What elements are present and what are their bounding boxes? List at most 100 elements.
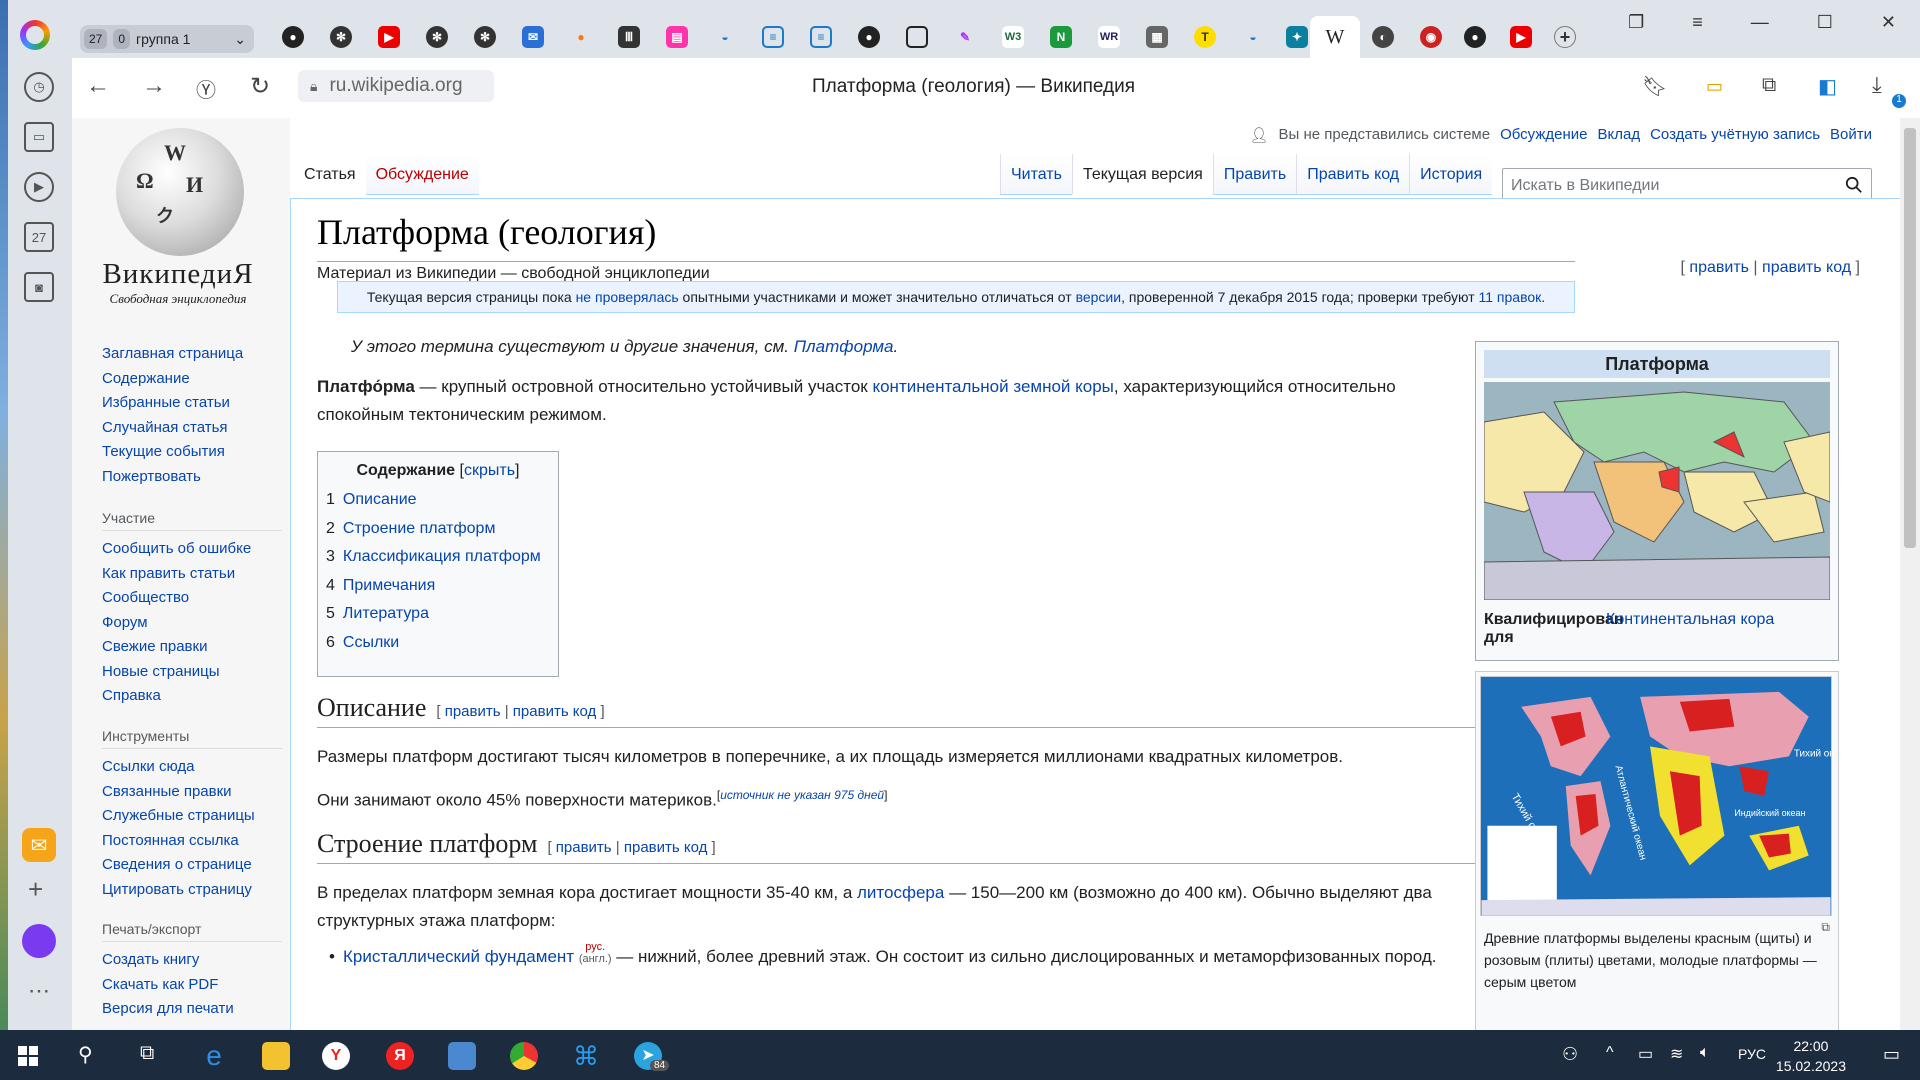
- rus-link[interactable]: рус.: [585, 941, 605, 953]
- calendar-badge-icon[interactable]: 27: [24, 222, 54, 252]
- toc-toggle[interactable]: скрыть: [464, 462, 515, 479]
- nav-link[interactable]: Постоянная ссылка: [102, 829, 282, 854]
- nav-link[interactable]: Новые страницы: [102, 660, 282, 685]
- n-tab-icon[interactable]: N: [1050, 26, 1072, 48]
- tab-edit-source[interactable]: Править код: [1296, 154, 1410, 195]
- extensions-icon[interactable]: ⧉: [1762, 74, 1776, 97]
- toc-item[interactable]: 2 Строение платформ: [326, 515, 550, 544]
- explorer-taskbar-icon[interactable]: [262, 1042, 290, 1070]
- nav-link[interactable]: Версия для печати: [102, 997, 282, 1022]
- yellow-tab-icon[interactable]: T: [1194, 26, 1216, 48]
- unreviewed-link[interactable]: не проверялась: [576, 289, 679, 305]
- more-icon[interactable]: ⋯: [28, 978, 50, 1004]
- openai-tab-icon-2[interactable]: ✻: [426, 26, 448, 48]
- record-tab-icon[interactable]: ◉: [1420, 26, 1442, 48]
- talk-link[interactable]: Обсуждение: [1500, 126, 1587, 144]
- bars-tab-icon[interactable]: Ⅲ: [618, 26, 640, 48]
- maximize-icon[interactable]: ☐: [1817, 12, 1833, 33]
- file-tab-icon[interactable]: [906, 26, 928, 48]
- minimize-icon[interactable]: —: [1751, 12, 1769, 33]
- nav-link[interactable]: Служебные страницы: [102, 804, 282, 829]
- login-link[interactable]: Войти: [1830, 126, 1872, 144]
- windows-start-icon[interactable]: [18, 1046, 38, 1066]
- tray-chevron-icon[interactable]: ^: [1606, 1044, 1614, 1062]
- yandex-browser-taskbar-icon[interactable]: Y: [322, 1042, 350, 1070]
- nav-link[interactable]: Сообщество: [102, 586, 282, 611]
- add-panel-icon[interactable]: +: [28, 874, 43, 905]
- battery-tray-icon[interactable]: ▭: [1638, 1044, 1653, 1064]
- section-edit-source-link[interactable]: править код: [624, 839, 708, 856]
- history-clock-icon[interactable]: ◷: [24, 72, 54, 102]
- openai-tab-icon[interactable]: ✻: [330, 26, 352, 48]
- notifications-icon[interactable]: ▭: [1883, 1044, 1900, 1065]
- mute-tab-icon[interactable]: ◐: [1372, 26, 1394, 48]
- nav-link[interactable]: Сообщить об ошибке: [102, 537, 282, 562]
- eng-link[interactable]: (англ.): [579, 953, 612, 965]
- nav-link[interactable]: Текущие события: [102, 440, 282, 465]
- continental-crust-link[interactable]: континентальной земной коры: [872, 377, 1113, 396]
- chevron-down-icon[interactable]: ⌄: [234, 31, 246, 48]
- url-field[interactable]: 🔒︎ ru.wikipedia.org: [298, 70, 494, 102]
- back-arrow-icon[interactable]: ←: [86, 72, 110, 100]
- wr-tab-icon[interactable]: WR: [1098, 26, 1120, 48]
- disambiguation-link[interactable]: Платформа: [794, 337, 894, 356]
- edit-source-link[interactable]: править код: [1762, 259, 1851, 276]
- tab-edit[interactable]: Править: [1212, 154, 1297, 195]
- mail-tab-icon[interactable]: ✉: [522, 26, 544, 48]
- volume-icon[interactable]: 🔈︎: [1700, 1044, 1710, 1062]
- github-tab-icon-2[interactable]: ●: [858, 26, 880, 48]
- reload-icon[interactable]: ↻: [250, 72, 270, 101]
- forward-arrow-icon[interactable]: →: [142, 72, 166, 100]
- nav-link[interactable]: Как править статьи: [102, 562, 282, 587]
- toc-item[interactable]: 6 Ссылки: [326, 629, 550, 658]
- nav-link[interactable]: Ссылки сюда: [102, 755, 282, 780]
- active-tab-wikipedia[interactable]: W: [1310, 16, 1360, 58]
- nav-link[interactable]: Цитировать страницу: [102, 878, 282, 903]
- app-taskbar-icon[interactable]: [448, 1042, 476, 1070]
- people-icon[interactable]: ⚇: [1562, 1044, 1578, 1065]
- openai-tab-icon-3[interactable]: ✻: [474, 26, 496, 48]
- section-edit-link[interactable]: править: [445, 703, 501, 720]
- edge-tab-icon-2[interactable]: ◒: [1242, 26, 1264, 48]
- menu-icon[interactable]: ≡: [1692, 12, 1703, 33]
- task-view-icon[interactable]: ⧉: [140, 1042, 154, 1065]
- enlarge-icon[interactable]: ⧉: [1821, 920, 1830, 935]
- wifi-icon[interactable]: ≋: [1670, 1044, 1683, 1064]
- doc-tab-icon-2[interactable]: ≡: [810, 26, 832, 48]
- edge-tab-icon[interactable]: ◒: [714, 26, 736, 48]
- toc-item[interactable]: 5 Литература: [326, 600, 550, 629]
- scrollbar[interactable]: [1900, 118, 1920, 1030]
- nav-link[interactable]: Заглавная страница: [102, 342, 282, 367]
- scrollbar-thumb[interactable]: [1904, 128, 1916, 548]
- edit-link[interactable]: править: [1689, 259, 1749, 276]
- nav-link[interactable]: Пожертвовать: [102, 465, 282, 490]
- tab-talk[interactable]: Обсуждение: [365, 154, 479, 195]
- toc-item[interactable]: 1 Описание: [326, 486, 550, 515]
- calendar-tab-icon[interactable]: ▤: [666, 26, 688, 48]
- game-tab-icon[interactable]: ✦: [1286, 26, 1308, 48]
- edge-taskbar-icon[interactable]: e: [200, 1042, 228, 1070]
- section-edit-source-link[interactable]: править код: [513, 703, 597, 720]
- nav-link[interactable]: Свежие правки: [102, 635, 282, 660]
- citation-needed-link[interactable]: источник не указан 975 дней: [720, 788, 884, 802]
- youtube-tab-icon-2[interactable]: ▶: [1510, 26, 1532, 48]
- nav-link[interactable]: Скачать как PDF: [102, 973, 282, 998]
- close-icon[interactable]: ✕: [1881, 12, 1896, 33]
- tab-article[interactable]: Статья: [294, 154, 366, 195]
- nav-link[interactable]: Избранные статьи: [102, 391, 282, 416]
- pen-tab-icon[interactable]: ✎: [954, 26, 976, 48]
- tab-bookmark-icon[interactable]: ❐: [1628, 12, 1644, 33]
- youtube-tab-icon[interactable]: ▶: [378, 26, 400, 48]
- infobox-value-link[interactable]: Континентальная кора: [1606, 611, 1774, 647]
- toc-item[interactable]: 4 Примечания: [326, 572, 550, 601]
- grid-tab-icon[interactable]: ▦: [1146, 26, 1168, 48]
- nav-link[interactable]: Форум: [102, 611, 282, 636]
- tectonic-plates-map[interactable]: [1483, 382, 1831, 601]
- screenshot-icon[interactable]: ◙: [24, 272, 54, 302]
- vscode-taskbar-icon[interactable]: ⌘: [572, 1042, 600, 1070]
- tab-history[interactable]: История: [1409, 154, 1493, 195]
- nav-link[interactable]: Случайная статья: [102, 416, 282, 441]
- nav-link[interactable]: Сведения о странице: [102, 853, 282, 878]
- yandex-taskbar-icon[interactable]: Я: [386, 1042, 414, 1070]
- tab-current-version[interactable]: Текущая версия: [1071, 154, 1213, 195]
